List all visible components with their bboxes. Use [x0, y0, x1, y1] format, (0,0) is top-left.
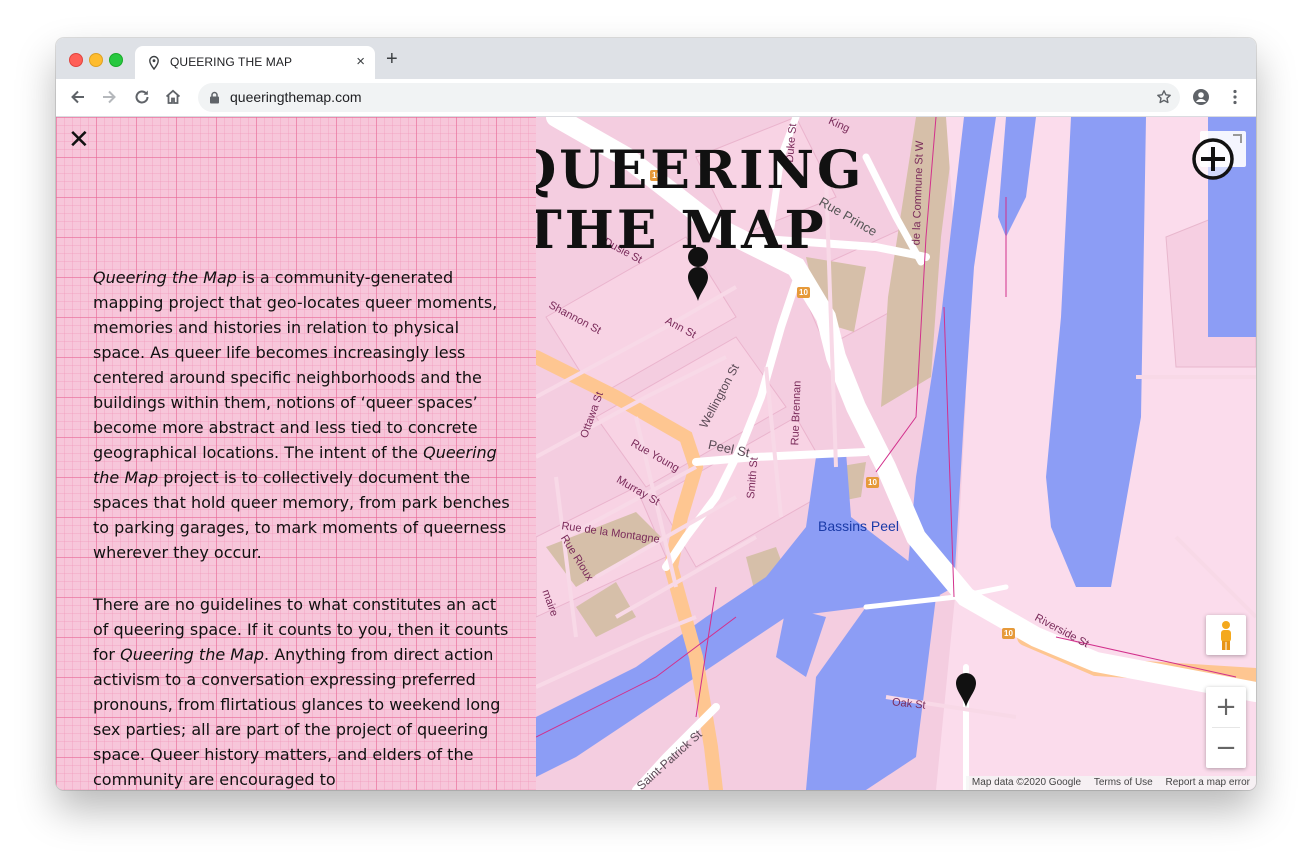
route-10-shield: 10: [866, 477, 879, 488]
browser-toolbar: queeringthemap.com: [56, 79, 1256, 117]
forward-arrow-icon[interactable]: [100, 88, 118, 111]
zoom-out-button[interactable]: −: [1206, 728, 1246, 768]
route-10-shield: 10: [797, 287, 810, 298]
map-label-rue-brennan: Rue Brennan: [789, 380, 804, 446]
account-icon[interactable]: [1192, 88, 1210, 111]
back-arrow-icon[interactable]: [69, 88, 87, 111]
bookmark-star-icon[interactable]: [1156, 89, 1172, 110]
close-panel-button[interactable]: ✕: [68, 127, 90, 153]
new-tab-button[interactable]: +: [386, 49, 398, 69]
tab-title: QUEERING THE MAP: [170, 55, 293, 69]
about-text: Queering the Map is a community-generate…: [93, 265, 511, 790]
lock-icon: [209, 91, 220, 109]
logo-line-2: THE MAP: [536, 200, 827, 261]
zoom-in-button[interactable]: +: [1206, 687, 1246, 727]
home-icon[interactable]: [164, 88, 182, 111]
report-map-error-link[interactable]: Report a map error: [1166, 777, 1250, 788]
map-attribution: Map data ©2020 Google Terms of Use Repor…: [965, 776, 1256, 790]
terms-of-use-link[interactable]: Terms of Use: [1094, 777, 1153, 788]
project-name-em: Queering the Map: [120, 645, 265, 664]
plus-circle-icon: [1192, 138, 1234, 180]
paragraph-text: is a community-generated mapping project…: [93, 268, 498, 462]
map-view[interactable]: Rue Prince Shannon St Ann St Wellington …: [536, 117, 1256, 790]
tab-close-icon[interactable]: ×: [356, 53, 365, 70]
paragraph-text: . Anything from direct action activism t…: [93, 645, 501, 789]
pegman-icon: [1221, 621, 1231, 650]
tab-bar: QUEERING THE MAP × +: [56, 38, 1256, 79]
map-label-bassins-peel: Bassins Peel: [818, 518, 899, 534]
route-10-shield: 10: [1002, 628, 1015, 639]
about-paragraph-1: Queering the Map is a community-generate…: [93, 265, 511, 565]
page-content: ✕ Queering the Map is a community-genera…: [56, 117, 1256, 790]
browser-window: QUEERING THE MAP × + queeringthemap.com: [56, 38, 1256, 790]
street-view-button[interactable]: [1206, 615, 1246, 655]
map-data-credit: Map data ©2020 Google: [971, 777, 1082, 788]
close-window-button[interactable]: [69, 53, 83, 67]
maximize-window-button[interactable]: [109, 53, 123, 67]
project-name-em: Queering the Map: [93, 268, 237, 287]
logo-line-1: QUEERING: [536, 140, 865, 201]
url-text: queeringthemap.com: [230, 89, 362, 105]
zoom-controls: + −: [1206, 687, 1246, 768]
about-panel: ✕ Queering the Map is a community-genera…: [56, 117, 536, 790]
address-bar[interactable]: queeringthemap.com: [198, 83, 1180, 112]
more-menu-icon[interactable]: [1226, 88, 1244, 111]
browser-tab[interactable]: QUEERING THE MAP ×: [135, 46, 375, 79]
site-logo[interactable]: QUEERING THE MAP: [536, 141, 864, 261]
reload-icon[interactable]: [133, 88, 151, 111]
about-paragraph-2: There are no guidelines to what constitu…: [93, 592, 511, 790]
map-pin-icon: [147, 55, 161, 76]
minimize-window-button[interactable]: [89, 53, 103, 67]
